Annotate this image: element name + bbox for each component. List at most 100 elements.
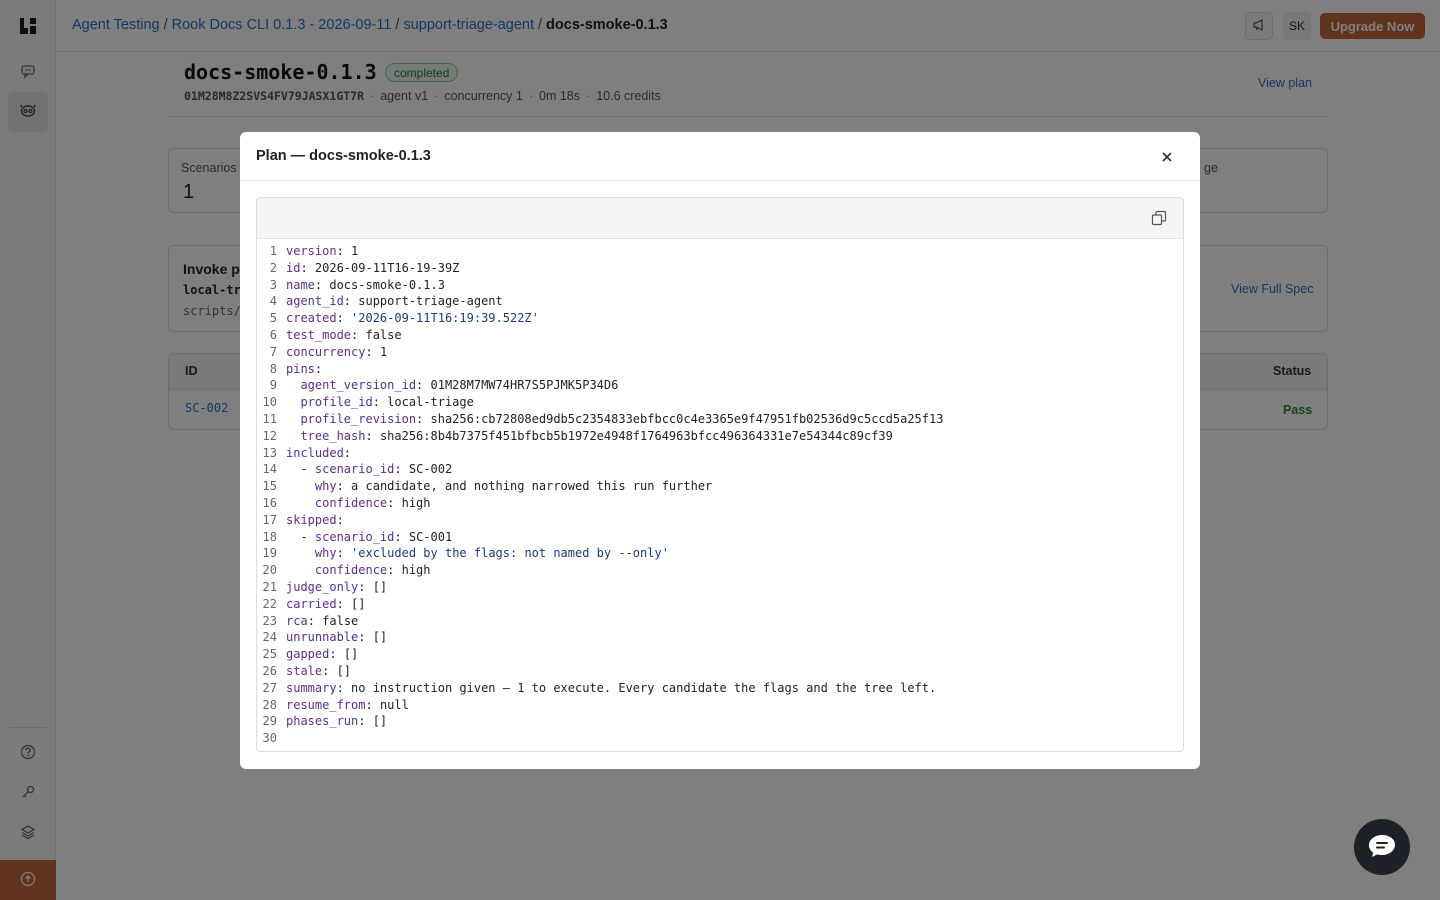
code-value: support-triage-agent [358,294,503,309]
code-value: high [401,495,431,510]
code-key: confidence [314,563,388,578]
code-key: test_mode [286,327,352,342]
code-value: sha256:cb72808ed9db5c2354833ebfbcc0c4e33… [430,411,944,426]
code-key: agent_id [286,294,344,309]
code-line: 4 agent_id: support-triage-agent [257,293,1183,310]
line-number: 18 [262,529,277,544]
code-key: resume_from [286,697,366,712]
code-line: 7 concurrency: 1 [257,344,1183,361]
line-number: 23 [262,613,277,628]
code-key: scenario_id [314,462,395,477]
code-toolbar [257,198,1183,239]
line-number: 4 [269,294,277,309]
code-line: 20 confidence: high [257,562,1183,579]
line-number: 19 [262,546,277,561]
code-line: 17 skipped: [257,512,1183,529]
code-line: 6 test_mode: false [257,327,1183,344]
code-value: SC-002 [408,462,453,477]
chat-bubble-icon [1367,833,1397,862]
line-number: 11 [262,411,277,426]
code-line: 22 carried: [] [257,596,1183,613]
code-line: 14 - scenario_id: SC-002 [257,461,1183,478]
code-value: 1 [379,344,388,359]
code-key: version [286,244,337,258]
line-number: 30 [262,731,277,746]
code-line: 15 why: a candidate, and nothing narrowe… [257,478,1183,495]
code-key: stale [286,663,323,678]
code-list-dash: - [300,529,315,544]
plan-modal: Plan — docs-smoke-0.1.3 1 version: 1 2 id: … [240,132,1200,769]
code-line: 18 - scenario_id: SC-001 [257,529,1183,546]
line-number: 12 [262,428,277,443]
code-line: 8 pins: [257,361,1183,378]
code-key: summary [286,680,337,695]
copy-button[interactable] [1150,210,1168,228]
line-number: 15 [262,479,277,494]
chat-launcher-button[interactable] [1354,819,1410,875]
code-key: agent_version_id [300,378,417,393]
code-key: id [286,260,301,275]
code-value: sha256:8b4b7375f451bfbcb5b1972e4948f1764… [379,428,893,443]
code-key: gapped [286,647,330,662]
code-line: 27 summary: no instruction given — 1 to e… [257,680,1183,697]
code-line: 24 unrunnable: [] [257,629,1183,646]
code-value: high [401,563,431,578]
code-key: why [314,479,337,494]
code-line: 11 profile_revision: sha256:cb72808ed9db… [257,411,1183,428]
code-content: 1 version: 1 2 id: 2026-09-11T16-19-39Z 3 nam… [257,243,1183,747]
line-number: 20 [262,563,277,578]
code-key: skipped [286,512,337,527]
code-line: 29 phases_run: [] [257,713,1183,730]
line-number: 24 [262,630,277,645]
line-number: 10 [262,395,277,410]
code-value: [] [343,647,359,662]
code-line: 10 profile_id: local-triage [257,394,1183,411]
code-key: profile_id [300,395,373,410]
code-value: no instruction given — 1 to execute. Eve… [351,680,937,695]
line-number: 14 [262,462,277,477]
code-line: 16 confidence: high [257,495,1183,512]
code-value: 1 [351,244,359,258]
line-number: 1 [269,244,277,258]
code-key: pins [286,361,315,376]
code-line: 5 created: '2026-09-11T16:19:39.522Z' [257,310,1183,327]
code-value: null [379,697,409,712]
code-value: a candidate, and nothing narrowed this r… [351,479,713,494]
code-value: [] [351,596,366,611]
code-key: name [286,277,315,292]
code-list-dash: - [300,462,315,477]
code-line: 2 id: 2026-09-11T16-19-39Z [257,260,1183,277]
modal-title: Plan — docs-smoke-0.1.3 [256,148,431,164]
code-viewer: 1 version: 1 2 id: 2026-09-11T16-19-39Z 3 nam… [256,197,1184,752]
code-line: 13 included: [257,445,1183,462]
modal-header: Plan — docs-smoke-0.1.3 [240,132,1200,181]
code-key: judge_only [286,579,359,594]
code-key: rca [286,613,308,628]
code-line: 19 why: 'excluded by the flags: not name… [257,545,1183,562]
code-key: carried [286,596,337,611]
code-line: 21 judge_only: [] [257,579,1183,596]
close-button[interactable] [1156,146,1178,168]
line-number: 5 [269,311,277,326]
line-number: 9 [269,378,277,393]
code-value: 2026-09-11T16-19-39Z [314,260,460,275]
code-value: false [322,613,359,628]
code-value: docs-smoke-0.1.3 [329,277,445,292]
line-number: 29 [262,714,277,729]
line-number: 22 [262,596,277,611]
code-value: local-triage [387,395,474,410]
line-number: 2 [269,260,277,275]
line-number: 7 [269,344,277,359]
code-line: 3 name: docs-smoke-0.1.3 [257,277,1183,294]
close-icon [1161,147,1173,168]
code-line: 1 version: 1 [257,243,1183,260]
code-line: 26 stale: [] [257,663,1183,680]
code-line: 25 gapped: [] [257,646,1183,663]
